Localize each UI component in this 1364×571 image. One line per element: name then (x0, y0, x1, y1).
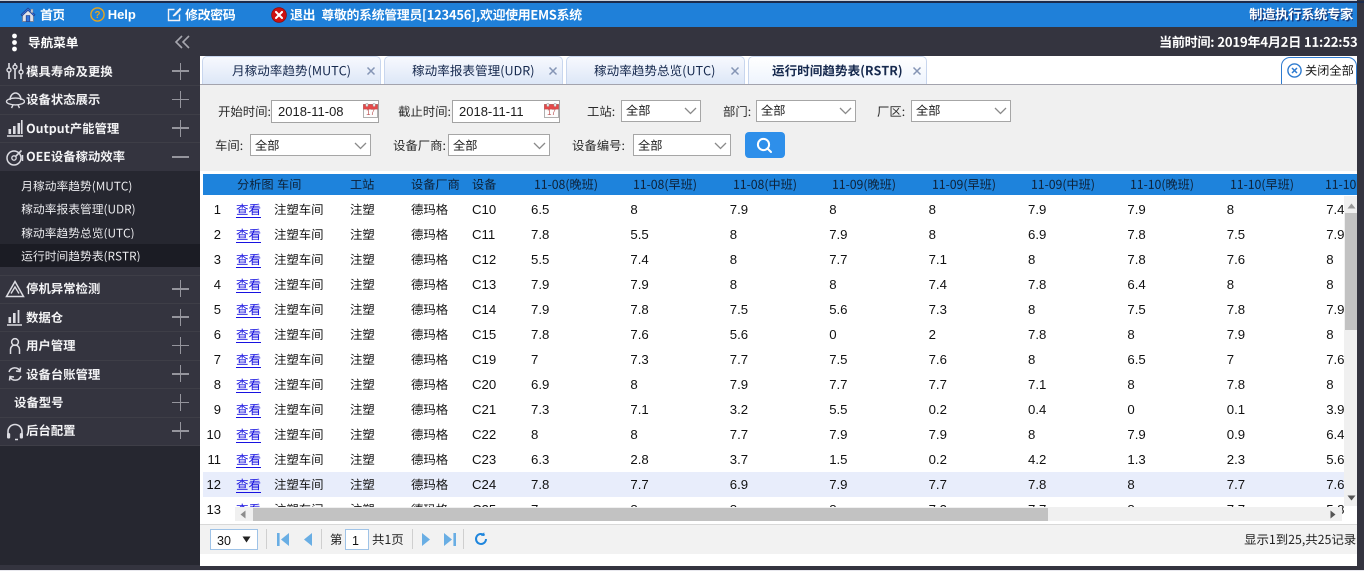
svg-text:?: ? (94, 10, 100, 21)
svg-text:17: 17 (547, 108, 556, 117)
svg-text:17: 17 (366, 108, 375, 117)
